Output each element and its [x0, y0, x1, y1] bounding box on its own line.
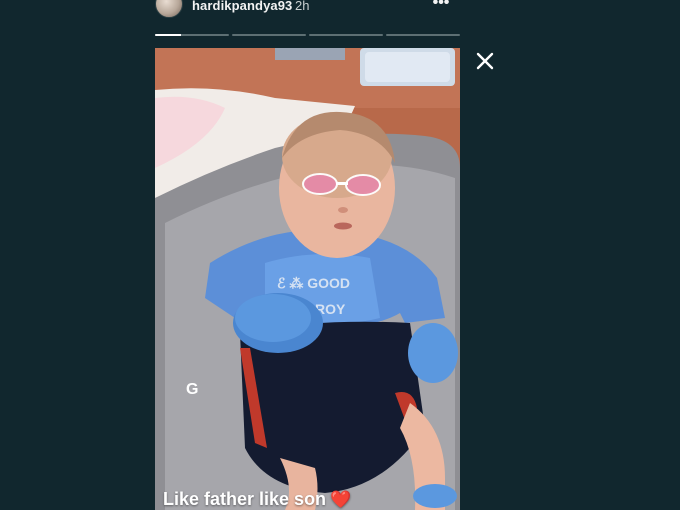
caption-text: Like father like son — [163, 489, 327, 509]
svg-text:ℰ ⁂ GOOD: ℰ ⁂ GOOD — [277, 275, 350, 291]
time-ago: 2h — [295, 0, 310, 13]
story-viewer: hardikpandya93 2h ••• ℰ ⁂ GOOD ROY G Lik… — [0, 0, 680, 510]
progress-fill — [155, 34, 181, 36]
close-icon — [476, 52, 494, 70]
progress-segment — [232, 34, 306, 36]
story-header: hardikpandya93 2h ••• — [155, 0, 460, 20]
baby-photo: ℰ ⁂ GOOD ROY — [155, 48, 460, 510]
progress-segment — [155, 34, 229, 36]
story-caption: Like father like son ❤️ — [163, 489, 351, 510]
close-button[interactable] — [472, 48, 498, 74]
more-horizontal-icon: ••• — [432, 0, 450, 11]
more-options-button[interactable]: ••• — [430, 0, 452, 11]
heart-icon: ❤️ — [330, 490, 352, 509]
story-image[interactable]: ℰ ⁂ GOOD ROY G Like father like son ❤️ — [155, 48, 460, 510]
watermark-logo: G — [186, 381, 199, 398]
username[interactable]: hardikpandya93 — [192, 0, 292, 13]
avatar[interactable] — [155, 0, 183, 18]
story-progress — [155, 34, 460, 37]
progress-segment — [309, 34, 383, 36]
progress-segment — [386, 34, 460, 36]
